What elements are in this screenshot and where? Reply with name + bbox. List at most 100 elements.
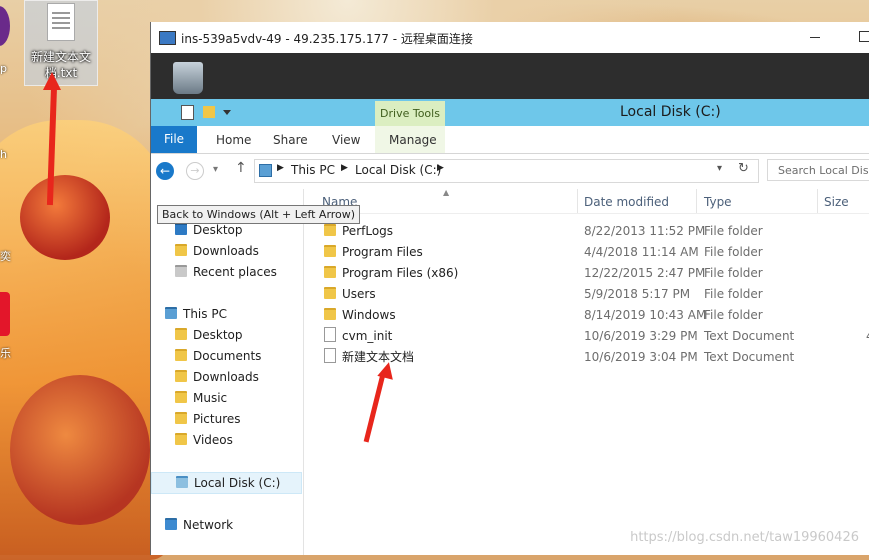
file-name-cell: 新建文本文档 bbox=[324, 347, 414, 368]
annotation-arrow bbox=[363, 371, 386, 443]
text-file-icon bbox=[324, 327, 336, 342]
minimize-icon[interactable] bbox=[810, 37, 820, 38]
file-row[interactable]: Users 5/9/2018 5:17 PM File folder bbox=[304, 284, 869, 305]
column-type[interactable]: Type bbox=[704, 195, 732, 209]
tab-view[interactable]: View bbox=[332, 133, 360, 147]
file-date: 4/4/2018 11:14 AM bbox=[584, 245, 699, 259]
breadcrumb-this-pc[interactable]: This PC bbox=[291, 163, 335, 177]
recycle-bin-icon[interactable] bbox=[173, 62, 203, 94]
customize-quick-access-icon[interactable] bbox=[223, 110, 231, 115]
nav-label: Desktop bbox=[193, 223, 243, 237]
file-name-cell: Program Files (x86) bbox=[324, 263, 458, 284]
desktop-edge-label: 乐 bbox=[0, 347, 11, 360]
file-type: Text Document bbox=[704, 329, 795, 343]
sort-arrow-icon: ▲ bbox=[443, 188, 450, 197]
column-size[interactable]: Size bbox=[824, 195, 849, 209]
column-date-modified[interactable]: Date modified bbox=[584, 195, 669, 209]
nav-label: Music bbox=[193, 391, 228, 405]
breadcrumb-local-disk[interactable]: Local Disk (C:) bbox=[355, 163, 441, 177]
file-name-cell: Program Files bbox=[324, 242, 423, 263]
wallpaper-fruit bbox=[20, 175, 110, 260]
folder-icon bbox=[324, 224, 336, 236]
nav-videos[interactable]: Videos bbox=[175, 430, 233, 451]
remote-desktop-strip bbox=[151, 53, 869, 99]
file-type: File folder bbox=[704, 308, 763, 322]
pc-icon bbox=[259, 164, 272, 177]
file-date: 10/6/2019 3:29 PM bbox=[584, 329, 698, 343]
nav-documents[interactable]: Documents bbox=[175, 346, 261, 367]
tab-share[interactable]: Share bbox=[273, 133, 308, 147]
column-divider[interactable] bbox=[577, 189, 578, 213]
wallpaper-fruit bbox=[10, 375, 150, 525]
dropdown-icon[interactable]: ▾ bbox=[717, 163, 722, 174]
explorer-window-title: Local Disk (C:) bbox=[620, 104, 721, 120]
nav-downloads[interactable]: Downloads bbox=[175, 367, 259, 388]
maximize-icon[interactable] bbox=[859, 31, 869, 42]
file-type: File folder bbox=[704, 224, 763, 238]
refresh-icon[interactable]: ↻ bbox=[738, 161, 749, 176]
address-bar[interactable]: ▶ This PC ▶ Local Disk (C:) ▶ ▾ ↻ bbox=[254, 159, 759, 183]
nav-label: Documents bbox=[193, 349, 262, 363]
tab-home[interactable]: Home bbox=[216, 133, 251, 147]
nav-recent-places[interactable]: Recent places bbox=[175, 262, 277, 283]
nav-pictures[interactable]: Pictures bbox=[175, 409, 241, 430]
folder-icon bbox=[175, 328, 187, 340]
tab-file[interactable]: File bbox=[151, 126, 197, 153]
back-tooltip: Back to Windows (Alt + Left Arrow) bbox=[157, 205, 361, 224]
up-arrow-icon[interactable]: ↑ bbox=[235, 160, 247, 176]
nav-label: Desktop bbox=[193, 328, 243, 342]
file-row[interactable]: Program Files 4/4/2018 11:14 AM File fol… bbox=[304, 242, 869, 263]
chevron-right-icon: ▶ bbox=[341, 163, 348, 173]
nav-label: Network bbox=[183, 518, 234, 532]
nav-local-disk[interactable]: Local Disk (C:) bbox=[151, 472, 302, 494]
back-icon[interactable]: ← bbox=[156, 162, 174, 180]
drive-icon bbox=[176, 476, 188, 488]
annotation-arrow-head bbox=[377, 360, 397, 380]
file-row[interactable]: Program Files (x86) 12/22/2015 2:47 PM F… bbox=[304, 263, 869, 284]
downloads-icon bbox=[175, 244, 187, 256]
chevron-right-icon: ▶ bbox=[277, 163, 284, 173]
search-input[interactable]: Search Local Disk bbox=[767, 159, 869, 181]
drive-tools-context-label: Drive Tools bbox=[375, 101, 445, 126]
new-folder-icon[interactable] bbox=[203, 106, 215, 118]
forward-icon[interactable]: → bbox=[186, 162, 204, 180]
nav-label: Downloads bbox=[193, 370, 259, 384]
file-row[interactable]: cvm_init 10/6/2019 3:29 PM Text Document… bbox=[304, 326, 869, 347]
nav-label: Recent places bbox=[193, 265, 277, 279]
watermark: https://blog.csdn.net/taw19960426 bbox=[630, 530, 859, 545]
column-divider[interactable] bbox=[817, 189, 818, 213]
explorer-titlebar: Local Disk (C:) bbox=[151, 99, 869, 126]
folder-icon bbox=[324, 266, 336, 278]
desktop-file-icon[interactable]: 新建文本文档.txt bbox=[24, 0, 98, 86]
nav-network[interactable]: Network bbox=[165, 515, 233, 536]
column-divider[interactable] bbox=[696, 189, 697, 213]
desktop-icon bbox=[175, 223, 187, 235]
this-pc-icon bbox=[165, 307, 177, 319]
network-icon bbox=[165, 518, 177, 530]
file-name: Windows bbox=[342, 308, 396, 322]
file-row[interactable]: Windows 8/14/2019 10:43 AM File folder bbox=[304, 305, 869, 326]
file-name: Users bbox=[342, 287, 376, 301]
file-type: File folder bbox=[704, 266, 763, 280]
nav-desktop[interactable]: Desktop bbox=[175, 325, 243, 346]
tab-manage[interactable]: Manage bbox=[389, 133, 437, 147]
file-row[interactable]: PerfLogs 8/22/2013 11:52 PM File folder bbox=[304, 221, 869, 242]
desktop-edge-label: h bbox=[0, 148, 7, 161]
properties-icon[interactable] bbox=[181, 105, 194, 120]
folder-icon bbox=[175, 349, 187, 361]
recent-locations-icon[interactable]: ▾ bbox=[213, 164, 218, 175]
nav-downloads-quick[interactable]: Downloads bbox=[175, 241, 259, 262]
desktop-app-icon[interactable] bbox=[0, 292, 10, 336]
folder-icon bbox=[324, 287, 336, 299]
nav-label: This PC bbox=[183, 307, 227, 321]
rdp-titlebar: ins-539a5vdv-49 - 49.235.175.177 - 远程桌面连… bbox=[151, 22, 869, 54]
nav-music[interactable]: Music bbox=[175, 388, 227, 409]
file-date: 10/6/2019 3:04 PM bbox=[584, 350, 698, 364]
desktop-edge-label: 奕 bbox=[0, 250, 11, 263]
file-name-cell: PerfLogs bbox=[324, 221, 393, 242]
file-name: Program Files (x86) bbox=[342, 266, 459, 280]
folder-icon bbox=[175, 412, 187, 424]
file-type: File folder bbox=[704, 245, 763, 259]
file-name-cell: Users bbox=[324, 284, 376, 305]
nav-this-pc[interactable]: This PC bbox=[165, 304, 227, 325]
